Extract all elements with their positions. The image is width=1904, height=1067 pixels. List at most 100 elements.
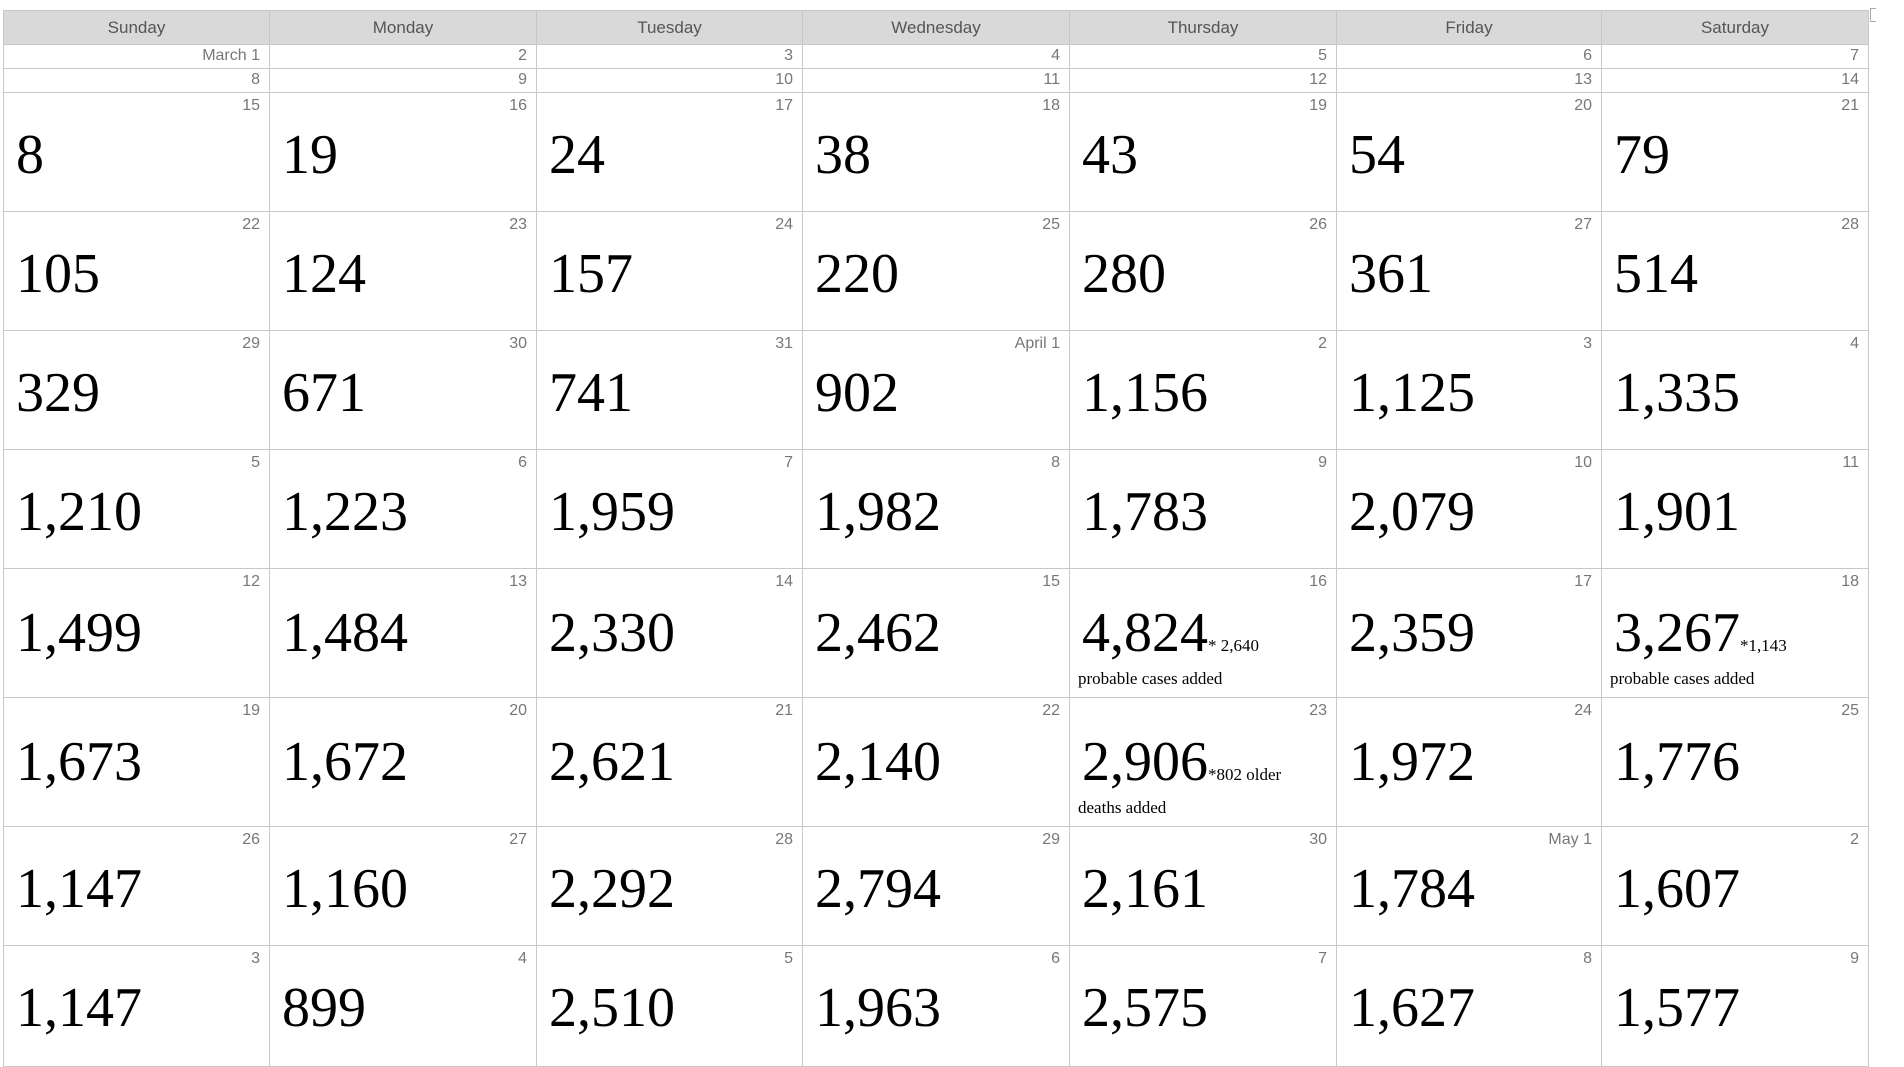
count-note-inline: * 2,640 <box>1208 636 1259 655</box>
week-row: March 1 2 3 4 5 6 7 <box>3 44 1869 69</box>
day-number: 8 <box>1051 454 1060 471</box>
day-cell: 8 1,982 <box>802 449 1070 569</box>
daily-count: 1,963 <box>815 980 941 1036</box>
day-cell: 5 <box>1069 44 1337 69</box>
day-cell: 27 1,160 <box>269 826 537 946</box>
week-row: 5 1,210 6 1,223 7 1,959 8 1,982 9 1,783 10 2,079 11 1… <box>3 449 1869 569</box>
daily-count: 1,160 <box>282 861 408 917</box>
daily-count-value: 1,335 <box>1614 362 1740 424</box>
day-cell: 10 <box>536 68 803 93</box>
daily-count: 2,161 <box>1082 861 1208 917</box>
day-number: 29 <box>242 335 260 352</box>
daily-count: 1,627 <box>1349 980 1475 1036</box>
daily-count: 1,223 <box>282 484 408 540</box>
day-number: 25 <box>1042 216 1060 233</box>
day-cell: 5 2,510 <box>536 945 803 1067</box>
day-cell: 19 43 <box>1069 92 1337 212</box>
daily-count: 1,577 <box>1614 980 1740 1036</box>
daily-count-value: 2,462 <box>815 602 941 664</box>
day-number: 7 <box>1850 47 1859 64</box>
day-cell: 22 2,140 <box>802 697 1070 827</box>
daily-count-value: 280 <box>1082 243 1166 305</box>
day-cell: 11 1,901 <box>1601 449 1869 569</box>
daily-count: 2,292 <box>549 861 675 917</box>
daily-count-value: 4,824 <box>1082 602 1208 664</box>
day-number: 30 <box>509 335 527 352</box>
week-row: 12 1,499 13 1,484 14 2,330 15 2,462 16 4,824* 2,6… <box>3 568 1869 698</box>
daily-count: 514 <box>1614 246 1698 302</box>
day-cell: 8 <box>3 68 270 93</box>
daily-count-value: 1,783 <box>1082 481 1208 543</box>
daily-count-value: 1,959 <box>549 481 675 543</box>
daily-count-value: 19 <box>282 124 338 186</box>
day-cell: 20 1,672 <box>269 697 537 827</box>
day-cell: 26 1,147 <box>3 826 270 946</box>
daily-count-value: 1,210 <box>16 481 142 543</box>
daily-count-value: 2,906 <box>1082 731 1208 793</box>
daily-count-value: 2,510 <box>549 977 675 1039</box>
daily-count-value: 1,672 <box>282 731 408 793</box>
day-cell: 30 671 <box>269 330 537 450</box>
day-number: 6 <box>518 454 527 471</box>
day-number: 15 <box>242 97 260 114</box>
day-cell: 17 24 <box>536 92 803 212</box>
day-cell: 13 1,484 <box>269 568 537 698</box>
daily-count: 2,794 <box>815 861 941 917</box>
daily-count-value: 124 <box>282 243 366 305</box>
day-number: 8 <box>1583 950 1592 967</box>
weekday-header-tuesday: Tuesday <box>536 10 803 45</box>
daily-count: 361 <box>1349 246 1433 302</box>
daily-count-value: 220 <box>815 243 899 305</box>
day-number: 28 <box>775 831 793 848</box>
daily-count-value: 79 <box>1614 124 1670 186</box>
daily-count: 3,267*1,143 <box>1614 605 1787 661</box>
day-number: 6 <box>1051 950 1060 967</box>
count-note-line: deaths added <box>1078 798 1167 817</box>
daily-count-value: 1,784 <box>1349 858 1475 920</box>
day-cell: 17 2,359 <box>1336 568 1602 698</box>
daily-count-value: 1,147 <box>16 977 142 1039</box>
daily-count: 1,147 <box>16 980 142 1036</box>
day-number: 21 <box>775 702 793 719</box>
day-cell: 18 38 <box>802 92 1070 212</box>
daily-count: 1,147 <box>16 861 142 917</box>
day-cell: 4 <box>802 44 1070 69</box>
week-row: 3 1,147 4 899 5 2,510 6 1,963 7 2,575 8 1,627 9 1,577 <box>3 945 1869 1067</box>
day-cell: 9 <box>269 68 537 93</box>
daily-count: 54 <box>1349 127 1405 183</box>
daily-count-value: 899 <box>282 977 366 1039</box>
daily-count-value: 1,125 <box>1349 362 1475 424</box>
daily-count: 2,575 <box>1082 980 1208 1036</box>
day-cell: 9 1,577 <box>1601 945 1869 1067</box>
day-number: 14 <box>1841 71 1859 88</box>
daily-count: 43 <box>1082 127 1138 183</box>
day-cell: 7 2,575 <box>1069 945 1337 1067</box>
day-cell: 15 8 <box>3 92 270 212</box>
daily-count: 1,607 <box>1614 861 1740 917</box>
day-cell: 31 741 <box>536 330 803 450</box>
day-number: 24 <box>1574 702 1592 719</box>
day-number: 19 <box>242 702 260 719</box>
day-number: 24 <box>775 216 793 233</box>
day-cell: 24 1,972 <box>1336 697 1602 827</box>
day-number: 22 <box>242 216 260 233</box>
day-number: 26 <box>1309 216 1327 233</box>
daily-count-value: 43 <box>1082 124 1138 186</box>
day-number: 13 <box>1574 71 1592 88</box>
daily-count-value: 54 <box>1349 124 1405 186</box>
day-cell: 27 361 <box>1336 211 1602 331</box>
day-cell: 26 280 <box>1069 211 1337 331</box>
day-cell: 2 <box>269 44 537 69</box>
day-number: March 1 <box>202 47 260 64</box>
daily-count-value: 2,794 <box>815 858 941 920</box>
week-row: 22 105 23 124 24 157 25 220 26 280 27 361 28 514 <box>3 211 1869 331</box>
daily-count: 899 <box>282 980 366 1036</box>
day-number: 31 <box>775 335 793 352</box>
daily-count-value: 3,267 <box>1614 602 1740 664</box>
day-cell: 23 124 <box>269 211 537 331</box>
daily-count-value: 1,156 <box>1082 362 1208 424</box>
weekday-header-thursday: Thursday <box>1069 10 1337 45</box>
daily-count-value: 24 <box>549 124 605 186</box>
day-cell: 2 1,607 <box>1601 826 1869 946</box>
day-number: 3 <box>1583 335 1592 352</box>
